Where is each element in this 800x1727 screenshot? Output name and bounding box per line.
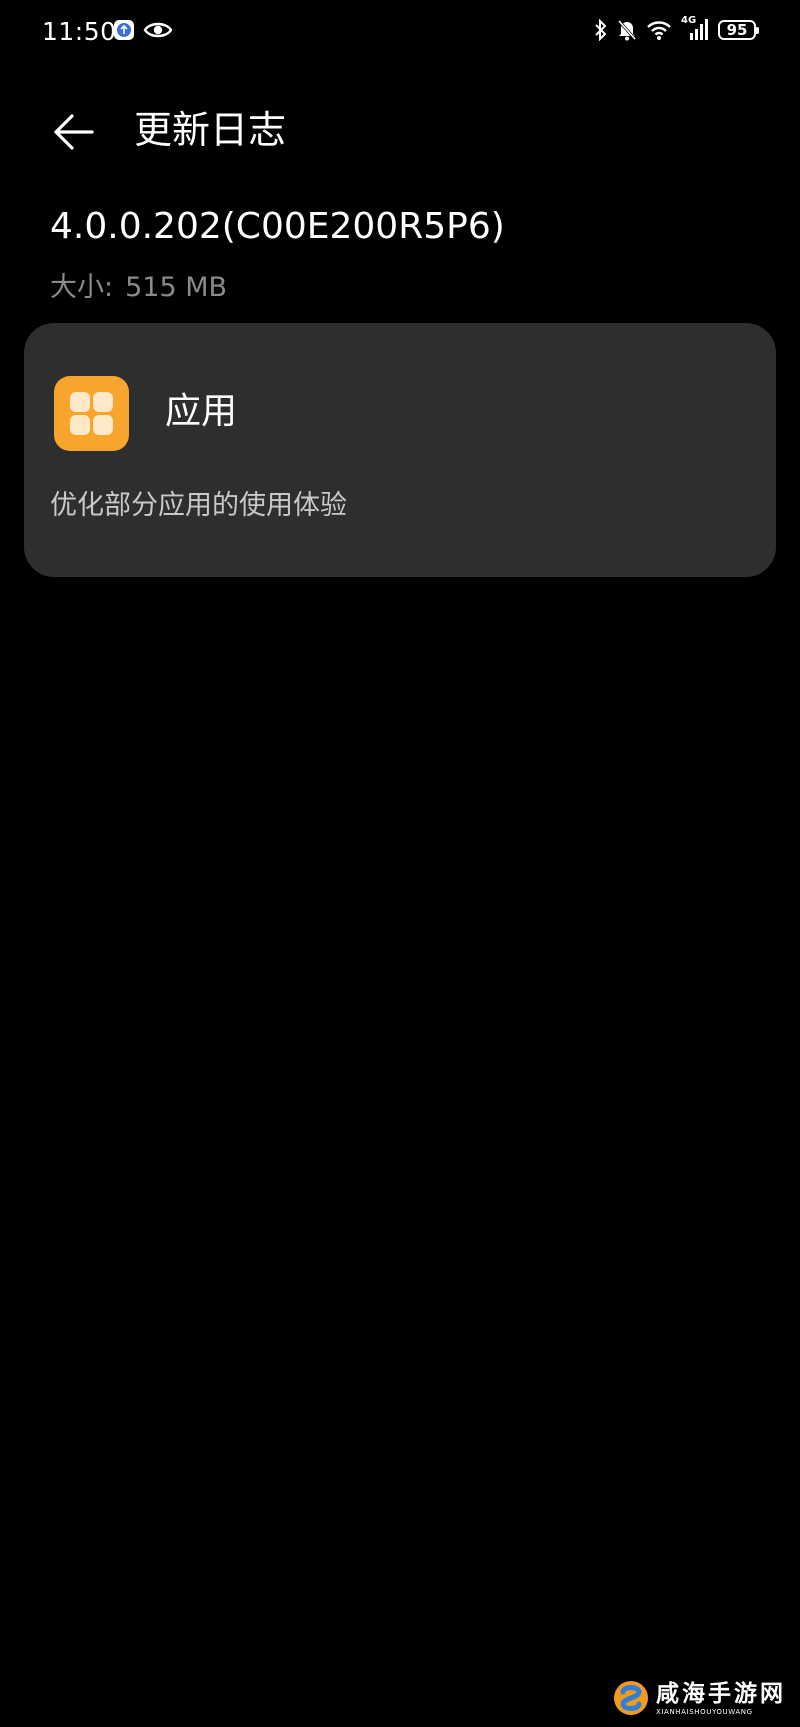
header: 更新日志: [0, 84, 800, 174]
bluetooth-icon: [595, 19, 607, 41]
page-title: 更新日志: [134, 108, 287, 152]
arrow-left-icon[interactable]: [52, 112, 96, 152]
status-right-icons: 4G 95: [594, 15, 759, 42]
size-value: 515 MB: [125, 272, 228, 303]
watermark-logo-icon: [614, 1681, 648, 1715]
apps-grid-icon: [54, 376, 129, 451]
cellular-signal: 4G: [681, 15, 709, 42]
wifi-icon: [647, 21, 671, 40]
watermark-sub: XIANHAISHOUYOUWANG: [656, 1707, 753, 1716]
card-title: 应用: [165, 391, 238, 432]
status-bar: 11:50 4G 95: [0, 0, 800, 66]
watermark-text: 咸海手游网 XIANHAISHOUYOUWANG: [656, 1680, 786, 1717]
battery-icon: 95: [718, 20, 759, 40]
bell-off-icon: [617, 20, 637, 41]
card-description: 优化部分应用的使用体验: [50, 490, 347, 521]
changelog-card: 应用 优化部分应用的使用体验: [24, 323, 776, 577]
back-button[interactable]: [44, 102, 104, 162]
watermark-main: 咸海手游网: [656, 1680, 786, 1707]
app-notification-icon: [114, 20, 134, 40]
status-left-icons: [113, 19, 173, 41]
size-row: 大小: 515 MB: [50, 268, 227, 308]
status-time: 11:50: [42, 17, 117, 46]
version-number: 4.0.0.202(C00E200R5P6): [50, 206, 505, 247]
signal-icon: [690, 19, 708, 40]
watermark: 咸海手游网 XIANHAISHOUYOUWANG: [612, 1679, 786, 1717]
size-label: 大小:: [50, 272, 114, 303]
eye-icon: [143, 22, 173, 38]
